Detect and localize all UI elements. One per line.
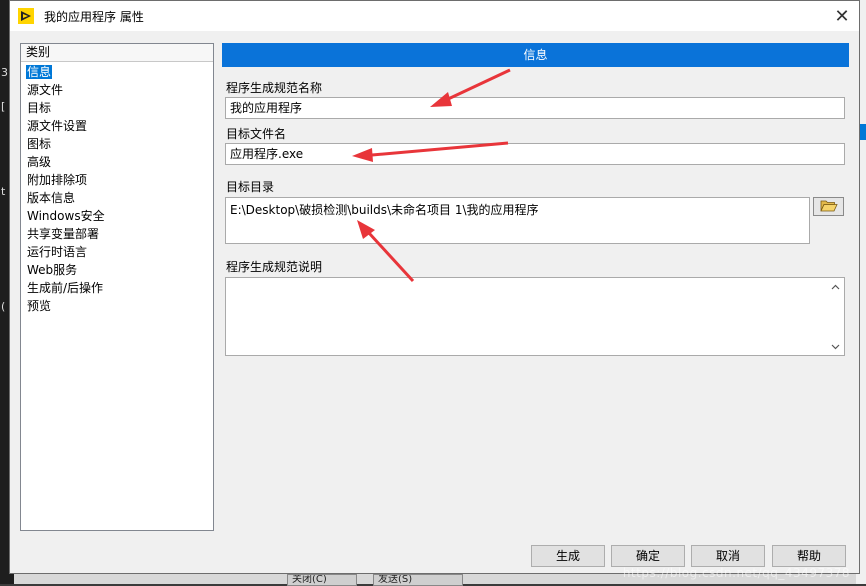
category-item[interactable]: 预览 [26,297,213,315]
folder-open-icon [819,199,838,215]
target-dir-label: 目标目录 [226,180,275,194]
category-item[interactable]: Web服务 [26,261,213,279]
category-header: 类别 [21,44,213,62]
category-item-label: 信息 [26,65,53,79]
watermark: https://blog.csdn.net/qq_43497378 [622,566,850,580]
cancel-button[interactable]: 取消 [691,545,765,567]
description-label: 程序生成规范说明 [226,260,323,274]
category-item[interactable]: 生成前/后操作 [26,279,213,297]
bg-mark: ( [1,300,6,313]
category-item-label: 预览 [27,299,52,313]
category-item[interactable]: 版本信息 [26,189,213,207]
labview-app-icon [18,8,34,24]
category-list: 信息源文件目标源文件设置图标高级附加排除项版本信息 Windows安全 共享变量部署… [21,62,213,315]
target-dir-input[interactable]: E:\Desktop\破损检测\builds\未命名项目 1\我的应用程序 [225,197,810,244]
category-item[interactable]: 高级 [26,153,213,171]
category-item[interactable]: 信息 [26,63,213,81]
description-textarea[interactable] [225,277,845,356]
description-scrollbar[interactable] [827,278,844,355]
scroll-up-icon[interactable] [827,278,844,295]
category-item[interactable]: 附加排除项 [26,171,213,189]
bg-mark: [ [1,100,6,113]
section-title: 信息 [222,43,849,67]
category-item[interactable]: 运行时语言 [26,243,213,261]
bg-mark: t [1,185,6,198]
category-item-label: 目标 [27,101,52,115]
bg-mark: 3 [1,66,8,79]
close-icon: ✕ [834,5,850,27]
spec-name-label: 程序生成规范名称 [226,81,323,95]
category-item[interactable]: 源文件 [26,81,213,99]
scroll-down-icon[interactable] [827,338,844,355]
category-item-label: Windows安全 [27,209,105,223]
bg-close-button: 关闭(C) [287,574,357,586]
category-item-label: Web服务 [27,263,78,277]
category-item-label: 源文件设置 [27,119,88,133]
category-item[interactable]: Windows安全 [26,207,213,225]
target-file-input[interactable]: 应用程序.exe [225,143,845,165]
title-bar: 我的应用程序 属性 ✕ [10,1,859,31]
description-text [226,278,844,284]
dialog-title: 我的应用程序 属性 [44,9,144,24]
category-item-label: 共享变量部署 [27,227,100,241]
target-file-label: 目标文件名 [226,127,287,141]
category-item[interactable]: 目标 [26,99,213,117]
category-item-label: 附加排除项 [27,173,88,187]
spec-name-input[interactable]: 我的应用程序 [225,97,845,119]
help-button[interactable]: 帮助 [772,545,846,567]
category-item-label: 版本信息 [27,191,76,205]
bg-send-button: 发送(S) [373,574,463,586]
properties-dialog: 我的应用程序 属性 ✕ 类别 信息源文件目标源文件设置图标高级附加排除项版本信息… [9,0,860,574]
browse-folder-button[interactable] [813,197,844,216]
category-item-label: 高级 [27,155,52,169]
close-button[interactable]: ✕ [825,1,859,31]
category-list-panel: 类别 信息源文件目标源文件设置图标高级附加排除项版本信息 Windows安全 共享变… [20,43,214,531]
category-item[interactable]: 共享变量部署 [26,225,213,243]
build-button[interactable]: 生成 [531,545,605,567]
category-item-label: 源文件 [27,83,64,97]
category-item[interactable]: 源文件设置 [26,117,213,135]
category-item-label: 图标 [27,137,52,151]
category-item-label: 生成前/后操作 [27,281,104,295]
category-item[interactable]: 图标 [26,135,213,153]
category-item-label: 运行时语言 [27,245,88,259]
ok-button[interactable]: 确定 [611,545,685,567]
